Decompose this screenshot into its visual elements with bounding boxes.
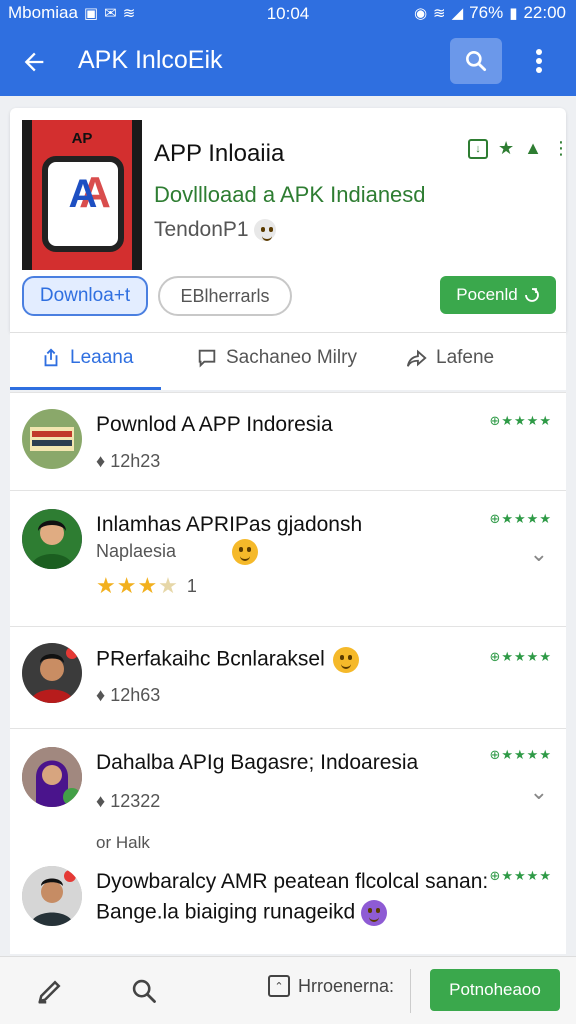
rating-stars: ⊕★★★★ [489, 511, 552, 526]
avatar [22, 509, 82, 569]
list-item[interactable]: Dahalba APIg Bagasre; Indoaresia ♦ 12322… [10, 728, 566, 852]
right-time-label: 22:00 [523, 3, 566, 22]
search-button[interactable] [450, 38, 502, 84]
app-bar-title: APK InlcoEik [78, 46, 223, 74]
comment-icon [198, 349, 216, 368]
grin-emoji-icon [332, 647, 359, 673]
back-button[interactable] [14, 42, 54, 82]
active-tab-indicator [10, 387, 161, 390]
cell-signal-icon: ◢ [451, 5, 464, 22]
battery-label: 76% [469, 3, 504, 22]
gold-stars-icon: ★★★★ [96, 573, 179, 598]
tool-button[interactable]: ⌃ Hrroenerna: [268, 975, 394, 997]
more-options-button[interactable] [522, 40, 556, 82]
secondary-button[interactable]: EBlherrarls [158, 276, 292, 316]
chevron-down-icon[interactable]: ⌄ [530, 541, 548, 567]
star-icon[interactable]: ★ [498, 138, 514, 159]
more-icon[interactable]: ⋮ [552, 138, 570, 159]
pen-icon [38, 980, 61, 1004]
divider [410, 969, 411, 1013]
bottom-search-button[interactable] [124, 971, 164, 1011]
tab-lafene[interactable]: Lafene [406, 347, 494, 369]
rating-stars: ⊕★★★★ [489, 649, 552, 664]
review-list: Pownlod A APP Indoresia ♦ 12h23 ⊕★★★★ In… [10, 392, 566, 954]
avatar [22, 409, 82, 469]
search-icon [132, 979, 156, 1003]
review-meta: ♦ 12h23 [96, 451, 161, 471]
list-item[interactable]: Inlamhas APRIPas gjadonsh Naplaesia ★★★★… [10, 490, 566, 626]
more-vert-icon [536, 49, 542, 73]
bottom-action-button[interactable]: Potnoheaoo [430, 969, 560, 1011]
list-item[interactable]: Pownlod A APP Indoresia ♦ 12h23 ⊕★★★★ [10, 392, 566, 490]
review-title: Pownlod A APP Indoresia [96, 413, 333, 436]
app-name: APP Inloaiia [154, 140, 285, 167]
review-title: Inlamhas APRIPas gjadonsh [96, 513, 363, 536]
forward-icon [406, 349, 427, 367]
rating-stars: ⊕★★★★ [489, 868, 552, 883]
bottom-bar: ⌃ Hrroenerna: Potnoheaoo [0, 956, 576, 1024]
share-box-icon [44, 348, 58, 367]
app-logo-text: AP [71, 130, 93, 147]
status-bar: Mbomiaa ▣ ✉ ≋ 10:04 ◉ ≋ ◢ 76% ▮ 22:00 [0, 0, 576, 28]
rating-stars: ⊕★★★★ [489, 413, 552, 428]
app-developer: TendonP1 [154, 218, 277, 242]
image-box-icon: ⌃ [268, 975, 290, 997]
avatar [22, 866, 82, 926]
review-title: Dahalba APIg Bagasre; Indoaresia [96, 751, 419, 774]
install-icon[interactable]: ↓ [468, 138, 488, 159]
download-button[interactable]: Downloa+t [22, 276, 148, 316]
like-icon[interactable]: ▲ [524, 138, 542, 159]
review-extra: or Halk [96, 833, 150, 852]
app-logo: AP A A [22, 120, 142, 270]
share-icon [524, 288, 539, 302]
thumb-icon: ♦ [96, 451, 106, 471]
review-meta: Naplaesia [96, 541, 177, 561]
tab-label: Leaana [70, 347, 134, 368]
chevron-down-icon[interactable]: ⌄ [530, 779, 548, 805]
app-header-card: AP A A APP Inloaiia Dovllloaad a APK Ind… [10, 108, 570, 332]
header-icons: ↓ ★ ▲ ⋮ [468, 138, 570, 159]
battery-icon: ▮ [509, 5, 518, 22]
edit-button[interactable] [30, 971, 70, 1011]
tab-leaana[interactable]: Leaana [40, 347, 133, 369]
review-meta: ♦ 12322 [96, 791, 161, 811]
list-item[interactable]: Dyowbaralcy AMR peatean flcolcal sanan: … [10, 852, 566, 954]
review-title: PRerfakaihc Bcnlaraksel [96, 647, 359, 673]
avatar [22, 747, 82, 807]
thumb-icon: ♦ [96, 791, 106, 811]
tab-label: Sachaneo Milry [226, 347, 357, 368]
review-subtitle: Bange.la biaiging runageikd [96, 900, 388, 926]
app-tagline: Dovllloaad a APK Indianesd [154, 182, 426, 207]
review-title: Dyowbaralcy AMR peatean flcolcal sanan: [96, 870, 489, 893]
rating-stars: ⊕★★★★ [489, 747, 552, 762]
tab-label: Lafene [436, 347, 495, 368]
search-icon [466, 51, 487, 72]
thumb-icon: ♦ [96, 685, 106, 705]
tab-bar: Leaana Sachaneo Milry Lafene [10, 332, 566, 390]
user-rating: ★★★★ 1 [96, 573, 197, 599]
app-bar: APK InlcoEik [0, 28, 576, 96]
review-meta: ♦ 12h63 [96, 685, 161, 705]
avatar [22, 643, 82, 703]
status-right: ◉ ≋ ◢ 76% ▮ 22:00 [414, 3, 566, 23]
devil-emoji-icon [361, 900, 388, 926]
developer-name: TendonP1 [154, 218, 249, 241]
rating-count: 1 [186, 575, 197, 596]
tab-sachaneo[interactable]: Sachaneo Milry [196, 347, 357, 369]
wifi-signal-icon: ≋ [433, 5, 446, 22]
face-emoji-icon [254, 219, 277, 242]
primary-button-label: Pocenld [456, 285, 518, 304]
back-arrow-icon [24, 52, 44, 72]
list-item[interactable]: PRerfakaihc Bcnlaraksel ♦ 12h63 ⊕★★★★ [10, 626, 566, 728]
smile-emoji-icon [232, 539, 258, 565]
alarm-icon: ◉ [413, 5, 428, 22]
tool-label: Hrroenerna: [298, 975, 395, 996]
primary-button[interactable]: Pocenld [440, 276, 556, 314]
